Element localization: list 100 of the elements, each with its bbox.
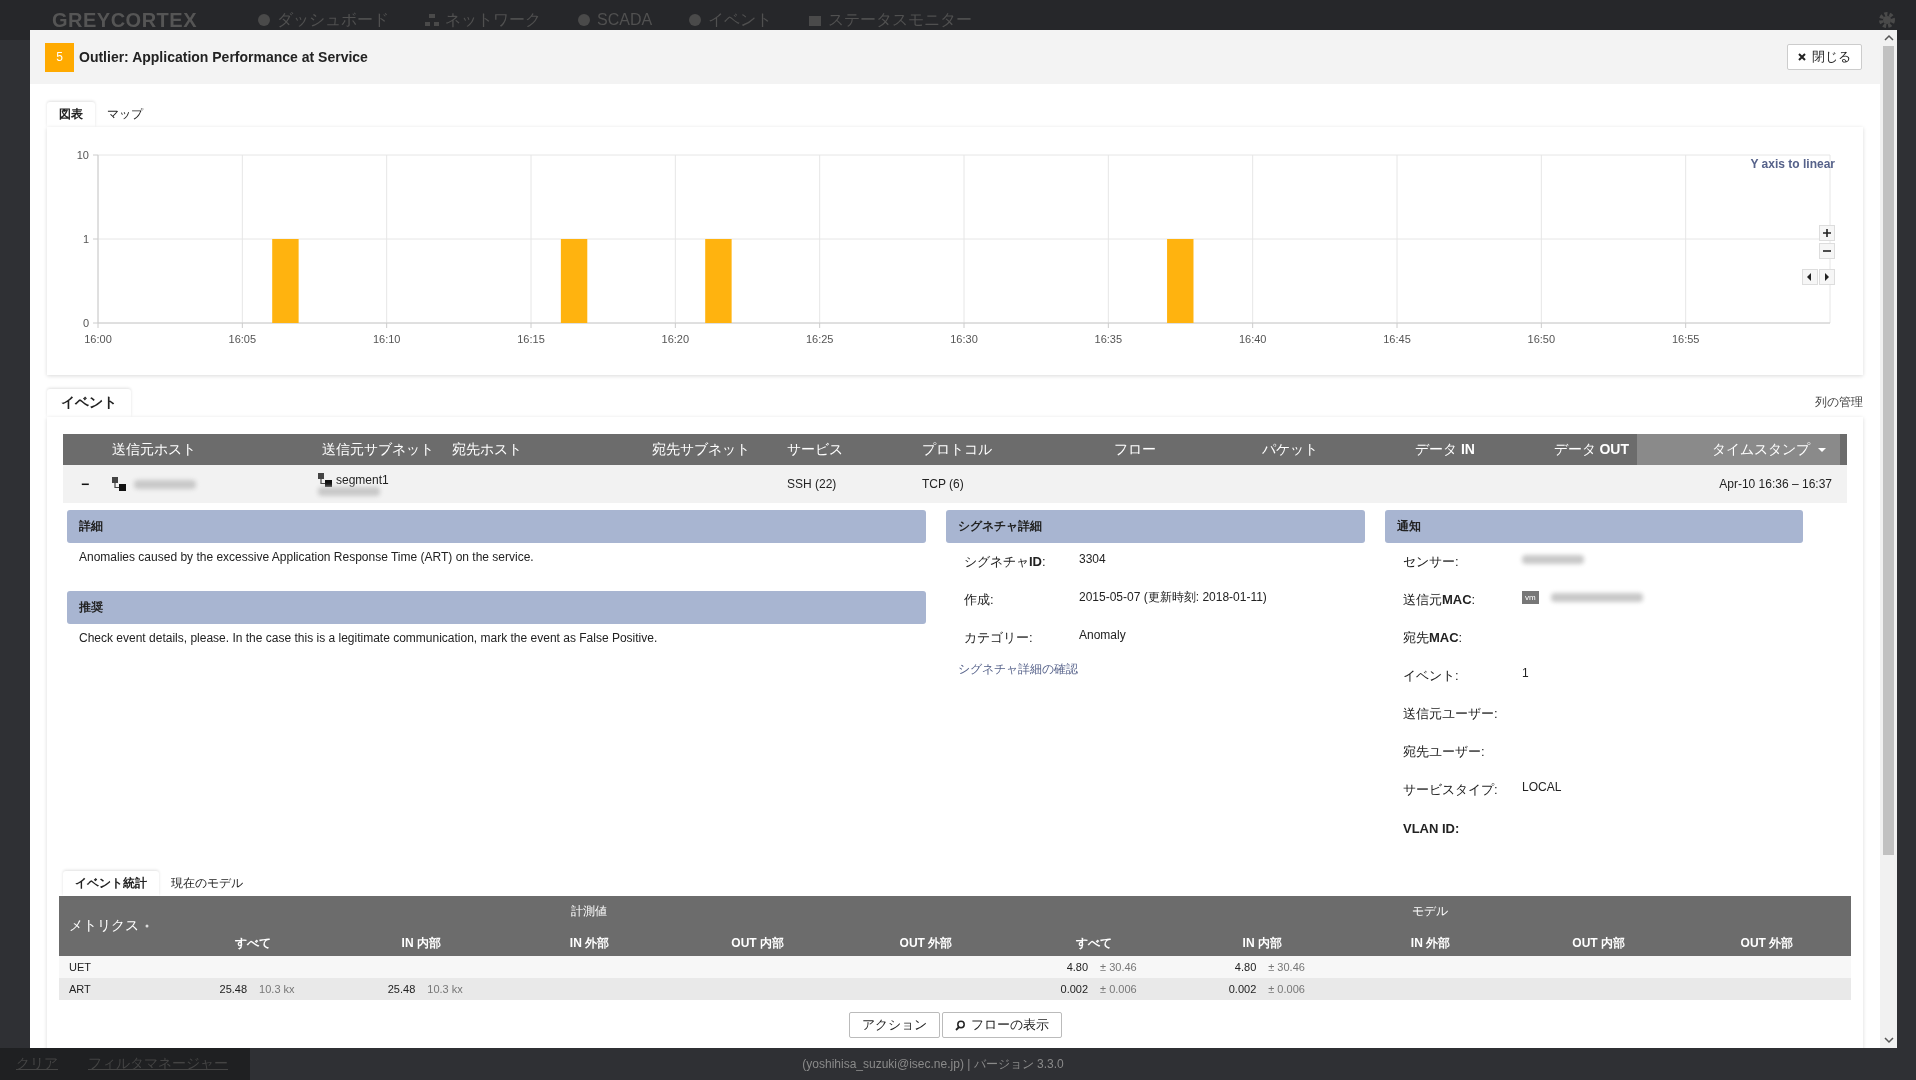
- axis-label: 16:35: [1094, 333, 1123, 345]
- column-header[interactable]: フロー: [1060, 434, 1210, 465]
- table-cell: TCP (6): [922, 477, 964, 491]
- axis-label: 16:10: [372, 333, 401, 345]
- scroll-down-icon[interactable]: [1882, 1036, 1895, 1044]
- table-cell-text: 0.002: [1227, 983, 1257, 995]
- circle-icon[interactable]: [688, 13, 703, 27]
- severity-badge: 5: [45, 42, 74, 72]
- scrollbar[interactable]: [1880, 30, 1897, 1048]
- column-header[interactable]: サービス: [775, 434, 910, 465]
- caret-down-icon: [1818, 447, 1826, 452]
- settings-icon[interactable]: [1878, 11, 1896, 29]
- column-header[interactable]: データ OUT: [1520, 434, 1637, 465]
- field-label: VLAN ID:: [1403, 820, 1461, 836]
- column-header[interactable]: IN 内部: [401, 934, 441, 952]
- column-header[interactable]: パケット: [1210, 434, 1370, 465]
- network-icon[interactable]: [425, 13, 440, 27]
- group-header: 計測値: [571, 902, 608, 920]
- zoom-out-button[interactable]: [1819, 243, 1835, 259]
- tab[interactable]: マップ: [95, 102, 155, 127]
- axis-label: 16:45: [1383, 333, 1411, 345]
- column-header[interactable]: すべて: [235, 934, 272, 952]
- column-header[interactable]: OUT 内部: [1572, 934, 1626, 952]
- section-header: 推奨: [67, 590, 926, 624]
- axis-label: 16:50: [1527, 333, 1556, 345]
- column-header[interactable]: IN 内部: [1242, 934, 1282, 952]
- table-cell-text: 25.48: [386, 983, 416, 995]
- field-label: サービスタイプ:: [1403, 781, 1499, 799]
- table-cell-text: 4.80: [1065, 961, 1089, 973]
- table-cell: Apr-10 16:36 – 16:37: [1719, 477, 1832, 491]
- axis-label: 1: [82, 233, 89, 245]
- table-cell: SSH (22): [787, 477, 837, 491]
- field-value: LOCAL: [1522, 780, 1562, 794]
- section-header: 通知: [1385, 510, 1803, 543]
- section-header: シグネチャ詳細: [946, 510, 1365, 543]
- group-header: モデル: [1412, 902, 1449, 920]
- description-text: Check event details, please. In the case this is a legitimate communication, mark the event as False Positive.: [79, 630, 659, 647]
- signature-details-link[interactable]: シグネチャ詳細の確認: [958, 661, 1078, 678]
- column-header[interactable]: OUT 内部: [731, 934, 785, 952]
- column-header[interactable]: データ IN: [1370, 434, 1520, 465]
- table-cell-text: ± 30.46: [1100, 961, 1138, 973]
- pan-right-button[interactable]: [1819, 269, 1835, 285]
- column-header[interactable]: 宛先サブネット: [640, 434, 775, 465]
- network-node-icon: [112, 477, 126, 491]
- table-cell-text: 25.48: [218, 983, 248, 995]
- search-icon: [954, 1019, 966, 1031]
- column-header[interactable]: 宛先ホスト: [440, 434, 640, 465]
- table-cell: UET: [69, 961, 91, 973]
- column-header[interactable]: プロトコル: [910, 434, 1060, 465]
- field-value: 2015-05-07 (更新時刻: 2018-01-11): [1079, 588, 1267, 606]
- field-value: 3304: [1079, 552, 1106, 566]
- manage-columns-link[interactable]: 列の管理: [1815, 394, 1863, 411]
- field-label: イベント:: [1403, 667, 1460, 685]
- expand-toggle[interactable]: −: [81, 476, 90, 492]
- table-cell-text: 4.80: [1233, 961, 1257, 973]
- column-header[interactable]: IN 外部: [569, 934, 610, 952]
- subnet-name[interactable]: segment1: [336, 472, 389, 487]
- sort-dot-icon: [145, 924, 149, 928]
- y-scale-link[interactable]: Y axis to linear: [1750, 157, 1835, 171]
- tab[interactable]: イベント統計: [63, 871, 159, 896]
- column-header[interactable]: すべて: [1076, 934, 1113, 952]
- action-button[interactable]: フローの表示: [941, 1012, 1062, 1038]
- scrollbar-thumb[interactable]: [1883, 46, 1894, 855]
- axis-label: 10: [76, 149, 89, 161]
- axis-label: 16:00: [84, 333, 112, 345]
- table-cell-text: 0.002: [1059, 983, 1089, 995]
- monitor-icon[interactable]: [808, 13, 823, 27]
- table-cell-text: ± 0.006: [1100, 983, 1138, 995]
- circle-icon[interactable]: [577, 13, 592, 27]
- field-label: シグネチャID:: [964, 553, 1047, 571]
- axis-label: 16:25: [805, 333, 834, 345]
- tab[interactable]: 図表: [47, 102, 95, 127]
- zoom-in-button[interactable]: [1819, 225, 1835, 241]
- column-header[interactable]: 送信元サブネット: [310, 434, 440, 465]
- blurred-value: [1522, 554, 1584, 564]
- axis-label: 16:05: [228, 333, 257, 345]
- dialog-title: Outlier: Application Performance at Service: [79, 49, 368, 65]
- field-label: センサー:: [1403, 553, 1460, 571]
- action-button[interactable]: アクション: [848, 1012, 940, 1038]
- field-label: 宛先MAC:: [1403, 629, 1464, 647]
- column-header[interactable]: OUT 外部: [899, 934, 953, 952]
- column-header[interactable]: 送信元ホスト: [100, 434, 310, 465]
- table-cell-text: ± 30.46: [1268, 961, 1306, 973]
- plus-icon: [1822, 228, 1832, 238]
- column-header[interactable]: メトリクス: [69, 917, 139, 935]
- axis-label: 16:20: [661, 333, 690, 345]
- close-button[interactable]: 閉じる: [1787, 44, 1862, 70]
- pan-left-button[interactable]: [1802, 269, 1818, 285]
- axis-label: 0: [82, 317, 89, 329]
- field-label: カテゴリー:: [964, 629, 1034, 647]
- scroll-up-icon[interactable]: [1882, 34, 1895, 42]
- tab[interactable]: イベント: [47, 389, 131, 417]
- column-header[interactable]: タイムスタンプ: [1637, 434, 1840, 465]
- close-icon: [1798, 53, 1806, 61]
- footer-text: (yoshihisa_suzuki@isec.ne.jp) | バージョン 3.3.0: [801, 1055, 1065, 1073]
- vm-badge: vm: [1522, 590, 1539, 604]
- column-header[interactable]: OUT 外部: [1740, 934, 1794, 952]
- column-header[interactable]: IN 外部: [1410, 934, 1451, 952]
- field-value: Anomaly: [1079, 628, 1126, 642]
- tab[interactable]: 現在のモデル: [159, 871, 255, 896]
